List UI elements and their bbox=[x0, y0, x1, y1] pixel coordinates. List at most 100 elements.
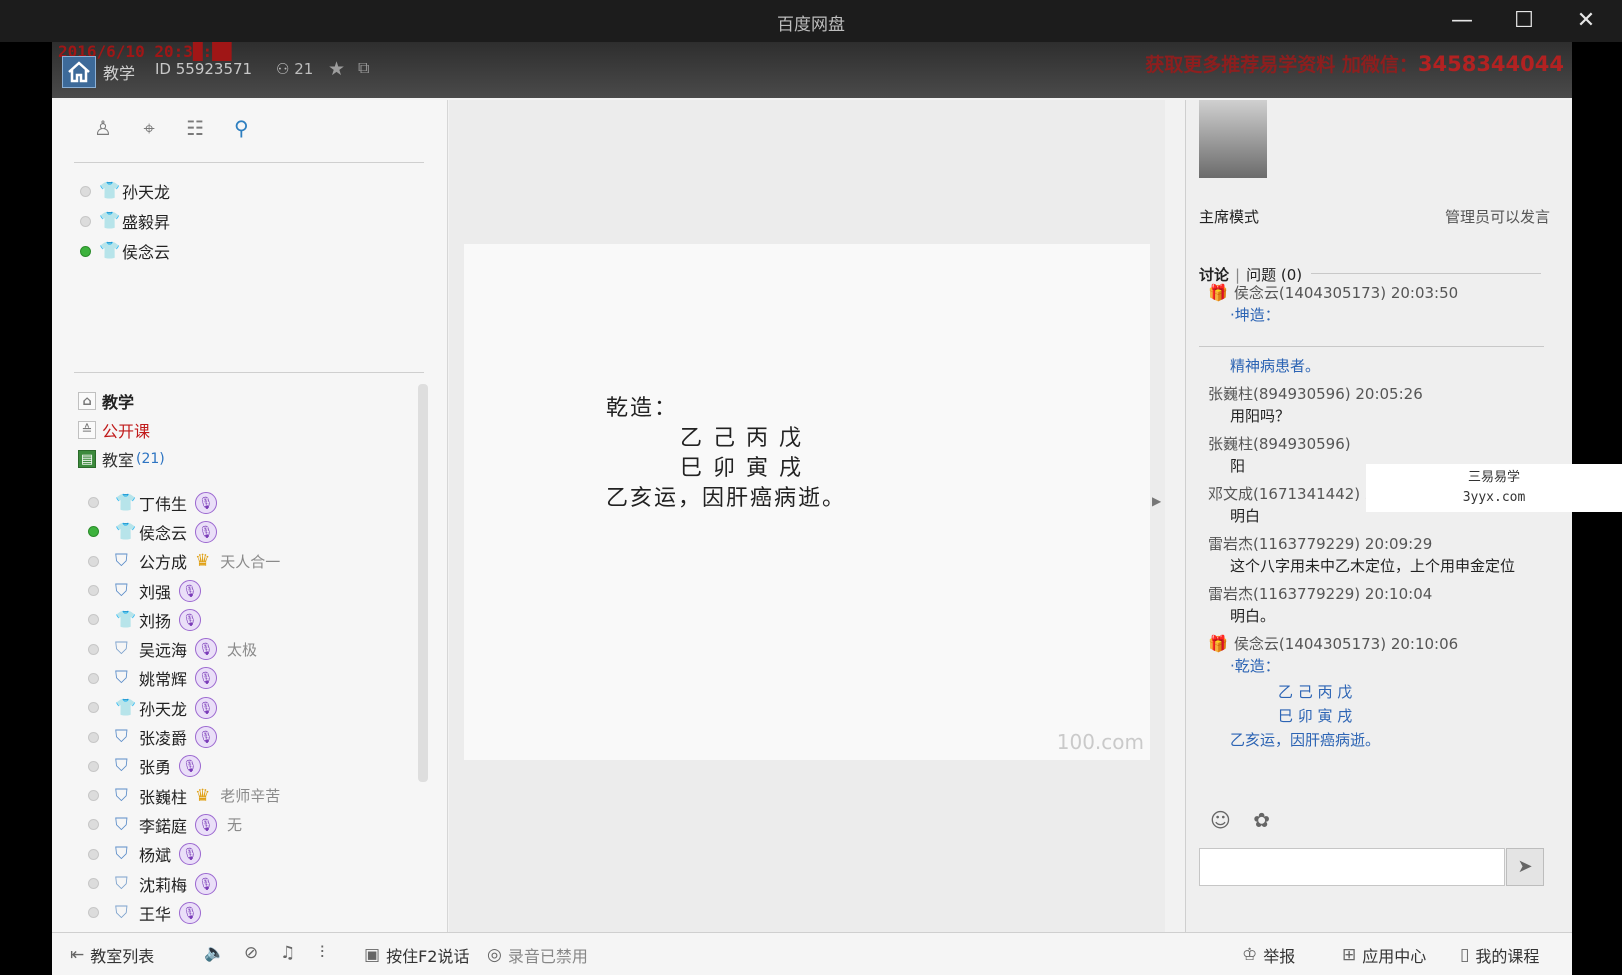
member-signature: 天人合一 bbox=[220, 552, 281, 571]
board-watermark: 100.com bbox=[1056, 730, 1144, 754]
graduation-cap-icon: ≙ bbox=[78, 420, 96, 439]
member-item[interactable]: ⛉ 公方成 ♛ 天人合一 bbox=[88, 547, 408, 576]
member-item[interactable]: 👕 孙天龙 🎙 bbox=[88, 693, 408, 722]
chat-input[interactable] bbox=[1199, 848, 1505, 886]
member-item[interactable]: ⛉ 王华 🎙 bbox=[88, 898, 408, 927]
grid-icon: ⊞ bbox=[1342, 945, 1357, 965]
shirt-icon: 👕 bbox=[99, 241, 121, 261]
member-item[interactable]: ⛉ 吴远海 🎙 太极 bbox=[88, 634, 408, 663]
member-item[interactable]: ⛉ 杨斌 🎙 bbox=[88, 840, 408, 869]
chat-sender: 侯念云(1404305173) 20:10:06 bbox=[1233, 634, 1459, 653]
teacher-name: 侯念云 bbox=[122, 243, 171, 262]
chat-message-head: 雷岩杰(1163779229) 20:10:04 bbox=[1208, 581, 1553, 605]
member-name: 张巍柱 bbox=[139, 787, 188, 807]
record-icon: ◎ bbox=[487, 945, 502, 965]
shirt-icon: 👕 bbox=[115, 609, 137, 630]
close-button[interactable]: ✕ bbox=[1566, 6, 1606, 36]
shirt-icon: ⛉ bbox=[115, 873, 128, 894]
status-dot bbox=[88, 497, 99, 509]
home-button[interactable] bbox=[62, 56, 96, 88]
room-id: ID 55923571 bbox=[155, 60, 253, 78]
divider bbox=[1199, 346, 1544, 347]
admin-speak-label: 管理员可以发言 bbox=[1444, 208, 1550, 226]
home-icon bbox=[68, 61, 90, 83]
emoji-icon[interactable]: ☺ bbox=[1210, 808, 1231, 832]
f2-key-icon: ▣ bbox=[364, 945, 381, 965]
notes-icon[interactable]: ☷ bbox=[182, 116, 208, 142]
member-item[interactable]: 👕 侯念云 🎙 bbox=[88, 517, 408, 546]
status-dot bbox=[80, 245, 91, 257]
member-name: 杨斌 bbox=[139, 846, 172, 866]
collapse-arrow-icon[interactable]: ▶ bbox=[1152, 494, 1161, 508]
teacher-name: 孙天龙 bbox=[122, 183, 171, 202]
divider bbox=[1311, 273, 1541, 274]
teacher-item[interactable]: 👕 侯念云 bbox=[80, 236, 170, 266]
music-button[interactable]: ♫ bbox=[280, 943, 301, 963]
teacher-item[interactable]: 👕 盛毅昇 bbox=[80, 206, 170, 236]
right-panel: 主席模式 管理员可以发言 讨论 | 问题 (0) 🎁 侯念云(1404305173)… bbox=[1185, 100, 1572, 932]
video-thumbnail[interactable] bbox=[1199, 100, 1267, 178]
teacher-item[interactable]: 👕 孙天龙 bbox=[80, 176, 170, 206]
member-name: 公方成 bbox=[139, 553, 188, 573]
shirt-icon: 👕 bbox=[115, 492, 137, 513]
user-icon[interactable]: ♙ bbox=[90, 116, 116, 142]
shirt-icon: ⛉ bbox=[115, 785, 128, 806]
whiteboard: 乾造： 乙 己 丙 戊 巳 卯 寅 戌 乙亥运，因肝癌病逝。 100.com bbox=[464, 244, 1150, 760]
mic-button[interactable]: ⊘ bbox=[244, 943, 264, 963]
my-courses-label: 我的课程 bbox=[1475, 947, 1540, 966]
board-line: 乙 己 丙 戊 bbox=[680, 426, 803, 451]
board-line: 巳 卯 寅 戌 bbox=[680, 456, 803, 481]
search-icon[interactable]: ⚲ bbox=[228, 116, 254, 142]
report-icon: ♔ bbox=[1242, 945, 1258, 965]
my-courses-button[interactable]: ▯ 我的课程 bbox=[1460, 943, 1539, 967]
report-button[interactable]: ♔ 举报 bbox=[1242, 943, 1295, 967]
chat-message-body: 乙 己 丙 戊 bbox=[1278, 683, 1353, 701]
push-to-talk-button[interactable]: ▣ 按住F2说话 bbox=[364, 943, 469, 967]
member-item[interactable]: ⛉ 李鍩庭 🎙 无 bbox=[88, 810, 408, 839]
member-list-scrollbar[interactable] bbox=[418, 384, 428, 782]
status-dot bbox=[88, 790, 99, 802]
classroom-list-button[interactable]: ⇤ 教室列表 bbox=[70, 943, 154, 967]
chat-sender: 雷岩杰(1163779229) 20:09:29 bbox=[1208, 534, 1433, 553]
send-button[interactable]: ➤ bbox=[1506, 848, 1544, 886]
popout-icon[interactable]: ⧉ bbox=[358, 58, 369, 78]
floating-ad[interactable]: 三易易学 3yyx.com bbox=[1366, 464, 1622, 512]
status-dot bbox=[88, 614, 99, 626]
tree-item-teach[interactable]: ⌂ 教学 bbox=[78, 386, 418, 415]
exit-icon: ⇤ bbox=[70, 945, 85, 965]
chat-message-head: 雷岩杰(1163779229) 20:09:29 bbox=[1208, 531, 1553, 555]
settings-icon[interactable]: ✿ bbox=[1253, 808, 1270, 832]
maximize-button[interactable]: ☐ bbox=[1504, 6, 1544, 36]
window-titlebar: 百度网盘 — ☐ ✕ bbox=[0, 0, 1622, 42]
mixer-button[interactable]: ⫶ bbox=[320, 943, 330, 963]
tree-item-open-class[interactable]: ≙ 公开课 bbox=[78, 415, 418, 444]
app-window: 2016/6/10 20:3█:██ 教学 ID 55923571 ⚇ 21 ★… bbox=[52, 42, 1572, 975]
member-signature: 无 bbox=[227, 816, 243, 835]
member-item[interactable]: ⛉ 刘强 🎙 bbox=[88, 576, 408, 605]
left-toolbar: ♙ ⌖ ☷ ⚲ bbox=[90, 116, 269, 146]
chat-sender: 雷岩杰(1163779229) 20:10:04 bbox=[1208, 584, 1433, 603]
app-center-button[interactable]: ⊞ 应用中心 bbox=[1342, 943, 1426, 967]
chat-sender: 张巍柱(894930596) 20:05:26 bbox=[1208, 384, 1423, 403]
tree-item-classroom[interactable]: ▤ 教室 (21) bbox=[78, 444, 418, 473]
member-signature: 太极 bbox=[227, 640, 258, 659]
member-name: 李鍩庭 bbox=[139, 816, 188, 836]
member-item[interactable]: ⛉ 张凌爵 🎙 bbox=[88, 722, 408, 751]
shirt-icon: ⛉ bbox=[115, 756, 128, 777]
divider bbox=[74, 372, 424, 373]
member-item[interactable]: 👕 刘扬 🎙 bbox=[88, 605, 408, 634]
member-item[interactable]: 👕 丁伟生 🎙 bbox=[88, 488, 408, 517]
recording-button[interactable]: ◎ 录音已禁用 bbox=[487, 943, 588, 967]
location-pin-icon[interactable]: ⌖ bbox=[136, 116, 162, 142]
member-item[interactable]: ⛉ 沈莉梅 🎙 bbox=[88, 869, 408, 898]
member-name: 姚常辉 bbox=[139, 670, 188, 690]
whiteboard-area: 乾造： 乙 己 丙 戊 巳 卯 寅 戌 乙亥运，因肝癌病逝。 100.com ▶ bbox=[449, 100, 1165, 932]
member-item[interactable]: ⛉ 张巍柱 ♛ 老师辛苦 bbox=[88, 781, 408, 810]
member-item[interactable]: ⛉ 姚常辉 🎙 bbox=[88, 664, 408, 693]
minimize-button[interactable]: — bbox=[1442, 6, 1482, 36]
pinned-chat: 🎁 侯念云(1404305173) 20:03:50 ·坤造： bbox=[1208, 280, 1548, 330]
member-item[interactable]: ⛉ 张勇 🎙 bbox=[88, 752, 408, 781]
mic-icon: 🎙 bbox=[179, 608, 202, 631]
speaker-button[interactable]: 🔈 bbox=[204, 943, 231, 963]
star-icon[interactable]: ★ bbox=[328, 58, 345, 80]
